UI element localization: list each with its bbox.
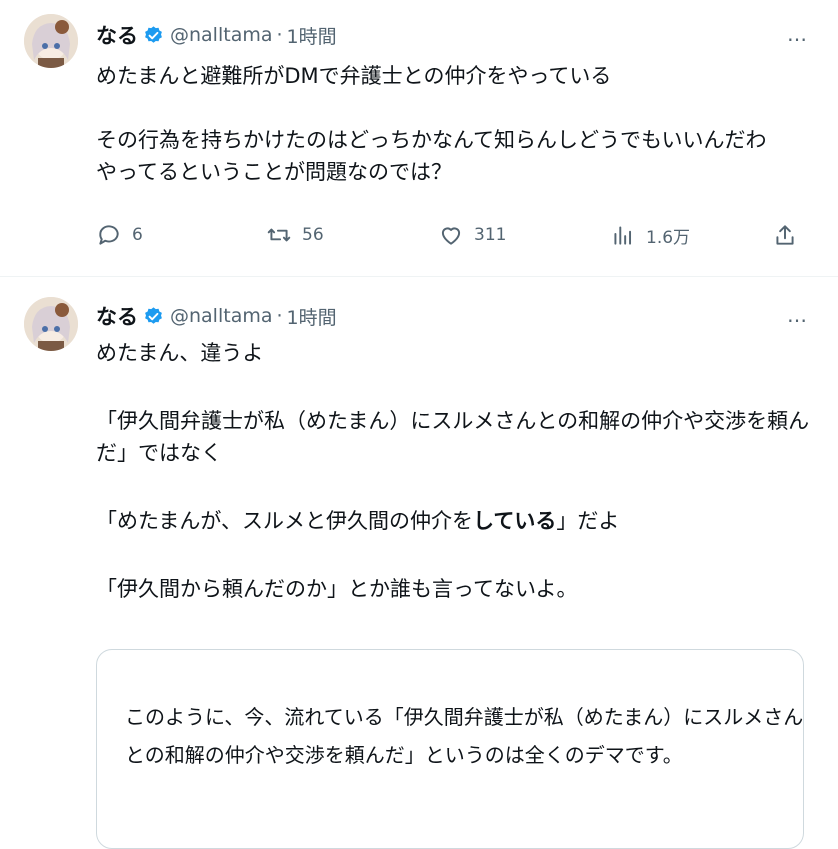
- author-handle[interactable]: @nalltama: [170, 305, 273, 327]
- tweet-actions: 6 56 311 1.6万: [96, 222, 808, 258]
- retweet-button[interactable]: 56: [266, 222, 324, 248]
- tweet-text: めたまん、違うよ 「伊久間弁護士が私（めたまん）にスルメさんとの和解の仲介や交渉…: [96, 337, 814, 605]
- more-dots-icon[interactable]: …: [787, 24, 808, 44]
- author-name[interactable]: なる: [96, 301, 138, 331]
- text-segment: 「めたまんが、スルメと伊久間の仲介を: [96, 509, 473, 533]
- tweet-text-line: [96, 92, 814, 124]
- quoted-card[interactable]: このように、今、流れている「伊久間弁護士が私（めたまん）にスルメさん との和解の…: [96, 649, 804, 849]
- avatar[interactable]: [24, 14, 78, 68]
- views-chart-icon: [614, 226, 632, 245]
- author-name[interactable]: なる: [96, 20, 138, 50]
- quoted-text-line: との和解の仲介や交渉を頼んだ」というのは全くのデマです。: [125, 743, 683, 767]
- separator-dot: ·: [276, 305, 283, 327]
- like-button[interactable]: 311: [438, 222, 506, 248]
- views-button[interactable]: 1.6万: [610, 222, 690, 248]
- separator-dot: ·: [276, 24, 283, 46]
- view-count: 1.6万: [646, 227, 691, 248]
- heart-icon: [441, 227, 461, 245]
- text-segment: 」だよ: [556, 509, 620, 533]
- timestamp[interactable]: 1時間: [287, 22, 337, 49]
- avatar[interactable]: [24, 297, 78, 351]
- more-dots-icon[interactable]: …: [787, 305, 808, 325]
- reply-icon: [99, 225, 119, 245]
- timestamp[interactable]: 1時間: [287, 303, 337, 330]
- share-icon: [776, 225, 794, 245]
- tweet[interactable]: なる @nalltama · 1時間 … めたまんと避難所がDMで弁護士との仲介…: [0, 0, 838, 277]
- tweet-text-line: 「めたまんが、スルメと伊久間の仲介をしている」だよ: [96, 505, 814, 537]
- retweet-count: 56: [302, 225, 324, 245]
- quoted-text: このように、今、流れている「伊久間弁護士が私（めたまん）にスルメさん との和解の…: [125, 698, 803, 774]
- verified-badge-icon: [145, 25, 162, 43]
- tweet-text-line: めたまんと避難所がDMで弁護士との仲介をやっている: [96, 64, 612, 88]
- tweet[interactable]: なる @nalltama · 1時間 … めたまん、違うよ 「伊久間弁護士が私（…: [0, 277, 838, 849]
- quoted-text-line: このように、今、流れている「伊久間弁護士が私（めたまん）にスルメさん: [125, 705, 804, 729]
- tweet-text-line: その行為を持ちかけたのはどっちかなんて知らんしどうでもいいんだわ: [96, 128, 767, 152]
- retweet-icon: [267, 228, 291, 242]
- author-handle[interactable]: @nalltama: [170, 24, 273, 46]
- tweet-text-line: だ」ではなく: [96, 441, 222, 465]
- verified-badge-icon: [145, 306, 162, 324]
- like-count: 311: [474, 225, 507, 245]
- reply-button[interactable]: 6: [96, 222, 143, 248]
- share-button[interactable]: [772, 222, 808, 248]
- tweet-text-line: 「伊久間から頼んだのか」とか誰も言ってないよ。: [96, 577, 578, 601]
- bold-text-segment: している: [472, 509, 557, 533]
- tweet-text-line: 「伊久間弁護士が私（めたまん）にスルメさんとの和解の仲介や交渉を頼ん: [96, 409, 810, 433]
- tweet-text-line: めたまん、違うよ: [96, 341, 264, 365]
- tweet-text: めたまんと避難所がDMで弁護士との仲介をやっている その行為を持ちかけたのはどっ…: [96, 60, 814, 188]
- reply-count: 6: [132, 225, 143, 245]
- tweet-text-line: やってるということが問題なのでは？: [96, 160, 452, 184]
